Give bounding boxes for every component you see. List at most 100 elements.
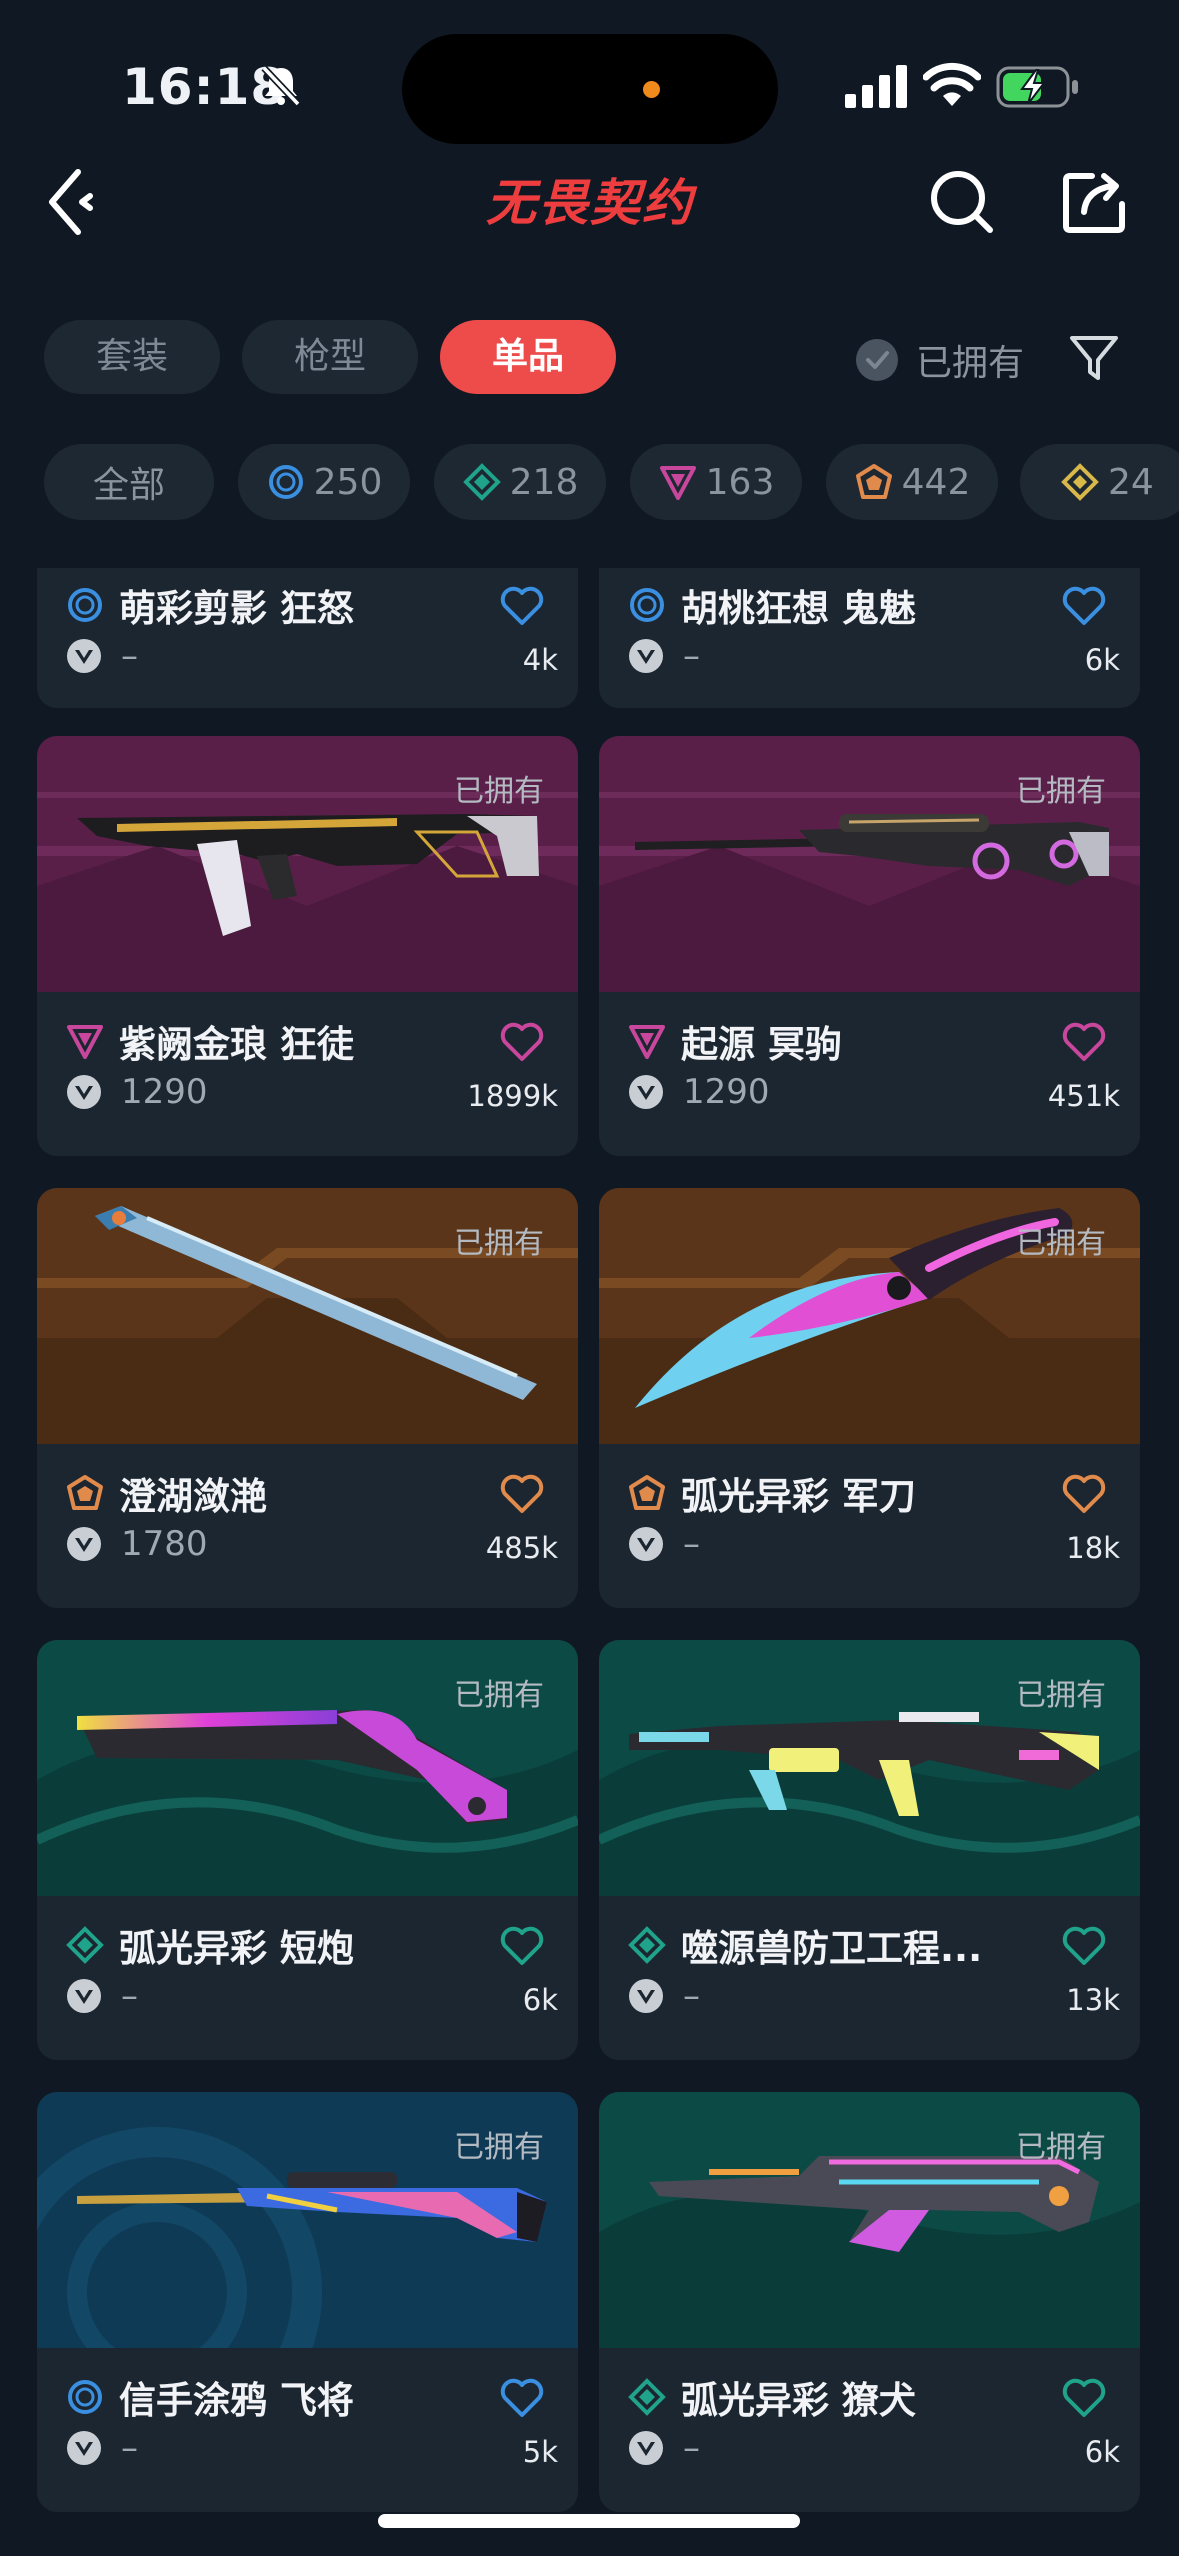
like-count: 18k	[1066, 1531, 1120, 1565]
skin-image: 已拥有	[599, 736, 1140, 992]
skin-name: 紫阙金琅 狂徒	[119, 1023, 354, 1066]
skin-price: –	[683, 1976, 700, 2016]
owned-tag: 已拥有	[454, 2130, 544, 2165]
heart-icon[interactable]	[1061, 2377, 1107, 2419]
valorant-points-icon	[67, 1075, 101, 1109]
chip-select-tier[interactable]: 250	[238, 444, 410, 520]
skin-name: 弧光异彩 短炮	[119, 1927, 354, 1970]
skin-card[interactable]: 已拥有 紫阙金琅 狂徒 1290 1899k	[37, 736, 578, 1156]
status-bar: 16:18	[0, 0, 1179, 170]
owned-filter-label: 已拥有	[916, 343, 1025, 384]
tab-weapon-types[interactable]: 枪型	[242, 320, 418, 394]
skin-card[interactable]: 已拥有 弧光异彩 军刀 – 18k	[599, 1188, 1140, 1608]
heart-icon[interactable]	[1061, 585, 1107, 627]
back-arrow-icon[interactable]	[42, 166, 102, 238]
chip-label: 250	[313, 461, 383, 503]
owned-tag: 已拥有	[1016, 774, 1106, 809]
skin-price: –	[683, 636, 700, 676]
like-count: 13k	[1066, 1983, 1120, 2017]
checkbox-icon[interactable]	[856, 339, 898, 381]
heart-icon[interactable]	[1061, 1925, 1107, 1967]
skin-image: 已拥有	[599, 2092, 1140, 2348]
owned-filter-toggle[interactable]: 已拥有	[856, 330, 1024, 390]
skin-name: 弧光异彩 军刀	[681, 1475, 916, 1518]
chip-all[interactable]: 全部	[44, 444, 214, 520]
skin-price: –	[121, 2428, 138, 2468]
heart-icon[interactable]	[499, 1021, 545, 1063]
premium-tier-icon	[67, 1025, 103, 1059]
deluxe-tier-icon	[66, 1926, 104, 1964]
exclusive-tier-icon	[629, 1475, 665, 1510]
heart-icon[interactable]	[1061, 1473, 1107, 1515]
home-indicator[interactable]	[378, 2514, 800, 2528]
like-count: 6k	[522, 1983, 558, 2017]
select-tier-icon	[68, 2380, 102, 2414]
chip-premium-tier[interactable]: 163	[630, 444, 802, 520]
exclusive-tier-icon	[67, 1475, 103, 1510]
valorant-points-icon	[67, 1527, 101, 1561]
privacy-indicator	[643, 81, 660, 98]
owned-tag: 已拥有	[1016, 2130, 1106, 2165]
skin-card[interactable]: 已拥有 弧光异彩 短炮 – 6k	[37, 1640, 578, 2060]
like-count: 5k	[522, 2435, 558, 2469]
exclusive-tier-icon	[855, 464, 892, 499]
skin-name: 起源 冥驹	[681, 1023, 842, 1066]
chip-ultra-tier[interactable]: 24	[1020, 444, 1179, 520]
chip-exclusive-tier[interactable]: 442	[826, 444, 998, 520]
skin-price: 1780	[121, 1524, 208, 1564]
skin-card[interactable]: 已拥有 弧光异彩 獠犬 – 6k	[599, 2092, 1140, 2512]
heart-icon[interactable]	[1061, 1021, 1107, 1063]
search-icon[interactable]	[928, 168, 996, 236]
filter-icon[interactable]	[1068, 332, 1120, 384]
tab-single-items[interactable]: 单品	[440, 320, 616, 394]
skin-name: 噬源兽防卫工程...	[681, 1927, 983, 1970]
valorant-points-icon	[629, 1979, 663, 2013]
tab-bundles[interactable]: 套装	[44, 320, 220, 394]
app-logo: 无畏契约	[486, 174, 694, 232]
wifi-icon	[923, 62, 981, 106]
chip-label: 全部	[92, 465, 165, 506]
valorant-points-icon	[67, 639, 101, 673]
select-tier-icon	[68, 588, 102, 622]
bell-muted-icon	[261, 65, 301, 107]
premium-tier-icon	[659, 466, 696, 500]
skin-card[interactable]: 已拥有 噬源兽防卫工程... – 13k	[599, 1640, 1140, 2060]
skin-card[interactable]: 萌彩剪影 狂怒 – 4k	[37, 568, 578, 708]
like-count: 1899k	[467, 1079, 558, 1113]
premium-tier-icon	[629, 1025, 665, 1059]
like-count: 485k	[485, 1531, 558, 1565]
skin-name: 信手涂鸦 飞将	[119, 2379, 354, 2422]
skin-grid: 萌彩剪影 狂怒 – 4k 胡桃狂想 鬼魅 – 6k 已拥有 紫阙金琅 狂徒 12…	[0, 568, 1179, 2518]
skin-price: –	[121, 1976, 138, 2016]
skin-card[interactable]: 已拥有 澄湖潋滟 1780 485k	[37, 1188, 578, 1608]
deluxe-tier-icon	[628, 2378, 666, 2416]
skin-image: 已拥有	[37, 1188, 578, 1444]
valorant-points-icon	[67, 2431, 101, 2465]
chip-label: 24	[1108, 461, 1154, 503]
skin-card[interactable]: 已拥有 信手涂鸦 飞将 – 5k	[37, 2092, 578, 2512]
heart-icon[interactable]	[499, 1925, 545, 1967]
skin-card[interactable]: 胡桃狂想 鬼魅 – 6k	[599, 568, 1140, 708]
heart-icon[interactable]	[499, 585, 545, 627]
select-tier-icon	[268, 465, 303, 499]
heart-icon[interactable]	[499, 1473, 545, 1515]
like-count: 6k	[1084, 2435, 1120, 2469]
owned-tag: 已拥有	[454, 1678, 544, 1713]
chip-label: 163	[705, 461, 775, 503]
heart-icon[interactable]	[499, 2377, 545, 2419]
skin-price: 1290	[121, 1072, 208, 1112]
deluxe-tier-icon	[462, 463, 501, 501]
skin-card[interactable]: 已拥有 起源 冥驹 1290 451k	[599, 736, 1140, 1156]
like-count: 6k	[1084, 643, 1120, 677]
skin-image: 已拥有	[37, 2092, 578, 2348]
skin-name: 澄湖潋滟	[119, 1475, 267, 1518]
valorant-points-icon	[629, 1075, 663, 1109]
select-tier-icon	[630, 588, 664, 622]
valorant-points-icon	[629, 639, 663, 673]
owned-tag: 已拥有	[1016, 1226, 1106, 1261]
chip-deluxe-tier[interactable]: 218	[434, 444, 606, 520]
valorant-points-icon	[67, 1979, 101, 2013]
skin-image: 已拥有	[599, 1188, 1140, 1444]
share-icon[interactable]	[1060, 168, 1128, 236]
valorant-points-icon	[629, 1527, 663, 1561]
